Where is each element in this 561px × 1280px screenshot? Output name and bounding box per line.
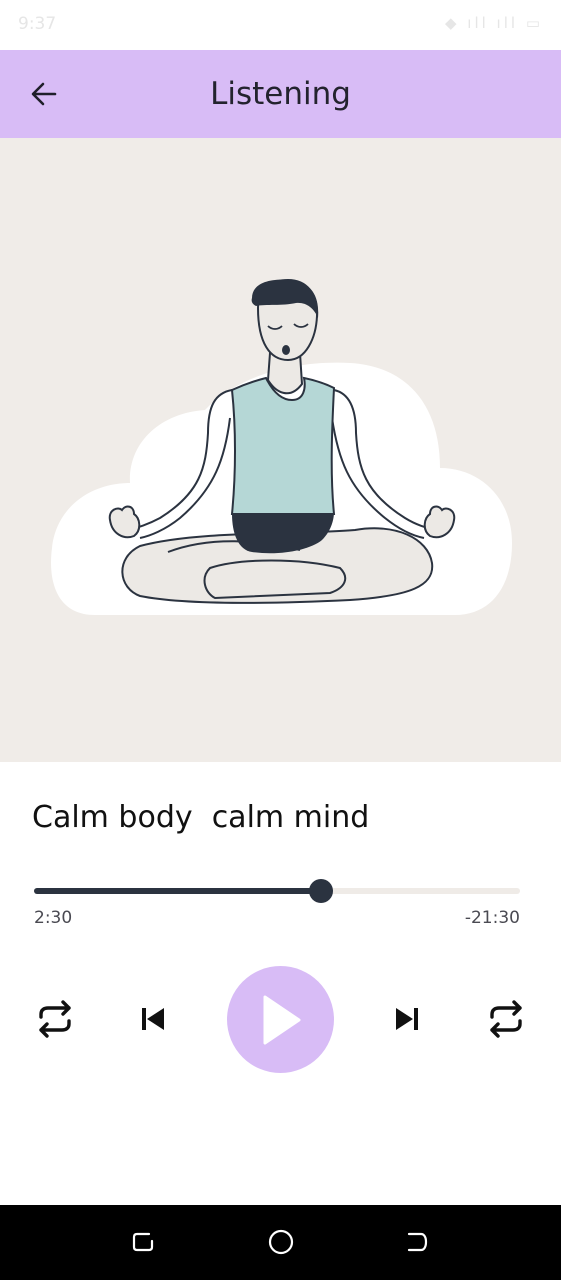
previous-button[interactable] [132,999,172,1039]
home-circle-icon [268,1229,294,1255]
recents-button[interactable] [128,1227,158,1257]
page-title: Listening [210,76,351,112]
skip-next-icon [396,1008,418,1030]
home-button[interactable] [266,1227,296,1257]
repeat-left-button[interactable] [30,994,80,1044]
system-back-button[interactable] [402,1227,432,1257]
elapsed-time: 2:30 [34,908,73,928]
system-back-icon [407,1232,428,1252]
system-nav-bar [0,1205,561,1280]
app-bar: Listening [0,50,561,138]
remaining-time: -21:30 [464,908,520,928]
skip-previous-icon [142,1008,164,1030]
seek-bar-fill [34,888,321,894]
repeat-icon [490,1000,522,1038]
status-time: 9:37 [18,14,57,34]
status-bar: 9:37 ◆ ıll ıll ▭ [0,0,561,50]
hero-illustration-area [0,138,561,762]
seek-bar[interactable] [34,878,520,904]
track-title: Calm body calm mind [32,800,370,835]
next-button[interactable] [388,999,428,1039]
repeat-icon [39,1000,71,1038]
status-icons: ◆ ıll ıll ▭ [444,14,543,32]
meditating-person-illustration [51,278,512,615]
play-button[interactable] [227,966,334,1073]
play-icon [263,995,300,1044]
seek-bar-thumb[interactable] [308,879,333,903]
repeat-right-button[interactable] [481,994,531,1044]
recents-icon [132,1232,154,1252]
